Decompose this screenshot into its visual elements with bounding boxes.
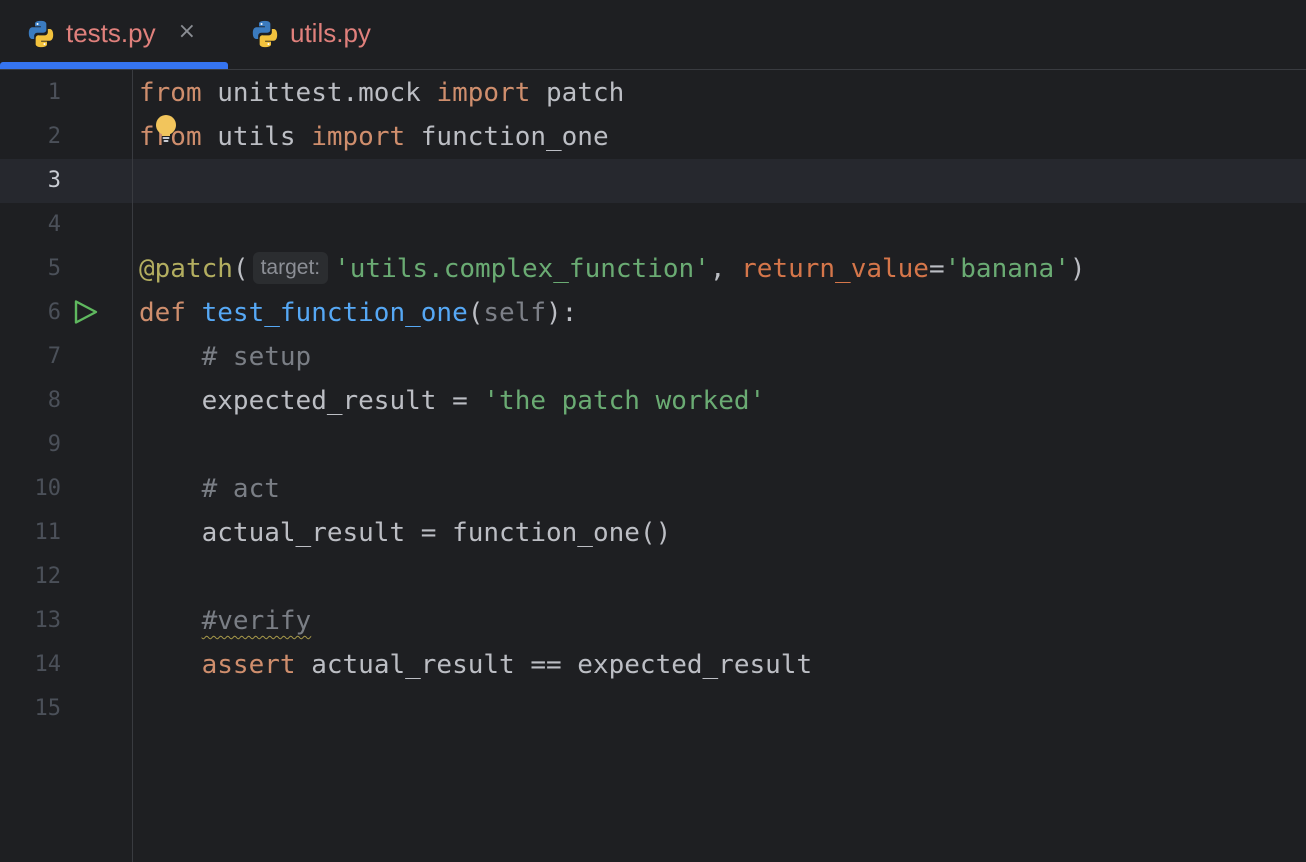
- code-text: # act: [139, 467, 280, 511]
- function-name: test_function_one: [201, 298, 468, 328]
- line-number[interactable]: 2: [0, 115, 61, 159]
- line-number[interactable]: 10: [0, 467, 62, 511]
- line-number[interactable]: 5: [0, 247, 61, 291]
- code-text: #verify: [139, 599, 312, 643]
- tab-label: utils.py: [290, 17, 371, 48]
- code-line[interactable]: 4: [0, 203, 1306, 247]
- code-line[interactable]: 13 #verify: [0, 599, 1306, 643]
- line-number[interactable]: 3: [0, 159, 61, 203]
- line-number[interactable]: 15: [0, 687, 62, 731]
- keyword: from: [139, 78, 202, 108]
- line-number[interactable]: 9: [0, 423, 61, 467]
- self-parameter: self: [483, 298, 547, 328]
- line-number[interactable]: 12: [0, 555, 62, 599]
- code-text: @patch(target:'utils.complex_function', …: [139, 247, 1086, 291]
- code-line[interactable]: 14 assert actual_result == expected_resu…: [0, 643, 1306, 687]
- punctuation: (: [232, 254, 249, 284]
- line-number[interactable]: 7: [0, 335, 61, 379]
- punctuation: ):: [546, 298, 578, 328]
- tab-tests-py[interactable]: tests.py ×: [0, 0, 228, 69]
- code-line-current[interactable]: 3: [0, 159, 1306, 203]
- comment: # act: [201, 474, 280, 504]
- keyword: import: [311, 122, 406, 152]
- code-text: def test_function_one(self):: [139, 291, 577, 335]
- decorator: @patch: [139, 254, 233, 284]
- keyword: assert: [201, 650, 296, 680]
- parameter-hint: target:: [252, 252, 329, 284]
- keyword: import: [436, 78, 531, 108]
- python-icon: [252, 20, 278, 47]
- code-line[interactable]: 8 expected_result = 'the patch worked': [0, 379, 1306, 423]
- string-literal: 'banana': [944, 254, 1070, 284]
- statement: actual_result = function_one(): [201, 518, 672, 548]
- code-text: from utils import function_one: [139, 115, 609, 159]
- module: unittest.mock: [201, 78, 437, 108]
- code-line[interactable]: 2 from utils import function_one: [0, 115, 1306, 159]
- tab-label: tests.py: [66, 17, 156, 48]
- code-line[interactable]: 10 # act: [0, 467, 1306, 511]
- identifier: function_one: [405, 122, 609, 152]
- identifier: patch: [530, 78, 625, 108]
- close-icon[interactable]: ×: [178, 20, 196, 49]
- active-tab-indicator: [0, 62, 228, 69]
- code-text: from unittest.mock import patch: [139, 71, 624, 115]
- python-icon: [28, 20, 54, 47]
- string-literal: 'the patch worked': [483, 386, 766, 416]
- code-text: assert actual_result == expected_result: [139, 643, 812, 687]
- string-literal: 'utils.complex_function': [334, 254, 710, 284]
- code-line[interactable]: 7 # setup: [0, 335, 1306, 379]
- code-line[interactable]: 5 @patch(target:'utils.complex_function'…: [0, 247, 1306, 291]
- punctuation: =: [928, 254, 945, 284]
- code-text: actual_result = function_one(): [139, 511, 672, 555]
- punctuation: ): [1069, 254, 1086, 284]
- module: utils: [201, 122, 312, 152]
- code-line[interactable]: 9: [0, 423, 1306, 467]
- punctuation: ,: [709, 254, 742, 284]
- lightbulb-icon[interactable]: [154, 114, 178, 144]
- line-number[interactable]: 13: [0, 599, 62, 643]
- line-number[interactable]: 1: [0, 71, 61, 115]
- keyword-argument: return_value: [741, 254, 929, 284]
- code-line[interactable]: 15: [0, 687, 1306, 731]
- code-line[interactable]: 6 def test_function_one(self):: [0, 291, 1306, 335]
- line-number[interactable]: 8: [0, 379, 61, 423]
- code-line[interactable]: 1 from unittest.mock import patch: [0, 71, 1306, 115]
- code-text: expected_result = 'the patch worked': [139, 379, 766, 423]
- code-line[interactable]: 11 actual_result = function_one(): [0, 511, 1306, 555]
- tab-utils-py[interactable]: utils.py: [250, 0, 400, 69]
- comment: # setup: [201, 342, 312, 372]
- run-test-icon[interactable]: [72, 298, 100, 326]
- assignment: expected_result =: [201, 386, 484, 416]
- code-text: # setup: [139, 335, 312, 379]
- line-number[interactable]: 14: [0, 643, 62, 687]
- line-number[interactable]: 4: [0, 203, 61, 247]
- tab-bar: tests.py × utils.py: [0, 0, 1306, 70]
- punctuation: (: [467, 298, 484, 328]
- statement: actual_result == expected_result: [295, 650, 813, 680]
- keyword: def: [139, 298, 186, 328]
- line-number[interactable]: 6: [0, 291, 61, 335]
- line-number[interactable]: 11: [0, 511, 62, 555]
- code-editor: tests.py × utils.py 1 from unittest.mock…: [0, 0, 1306, 862]
- code-line[interactable]: 12: [0, 555, 1306, 599]
- comment-typo-warning: #verify: [201, 606, 312, 636]
